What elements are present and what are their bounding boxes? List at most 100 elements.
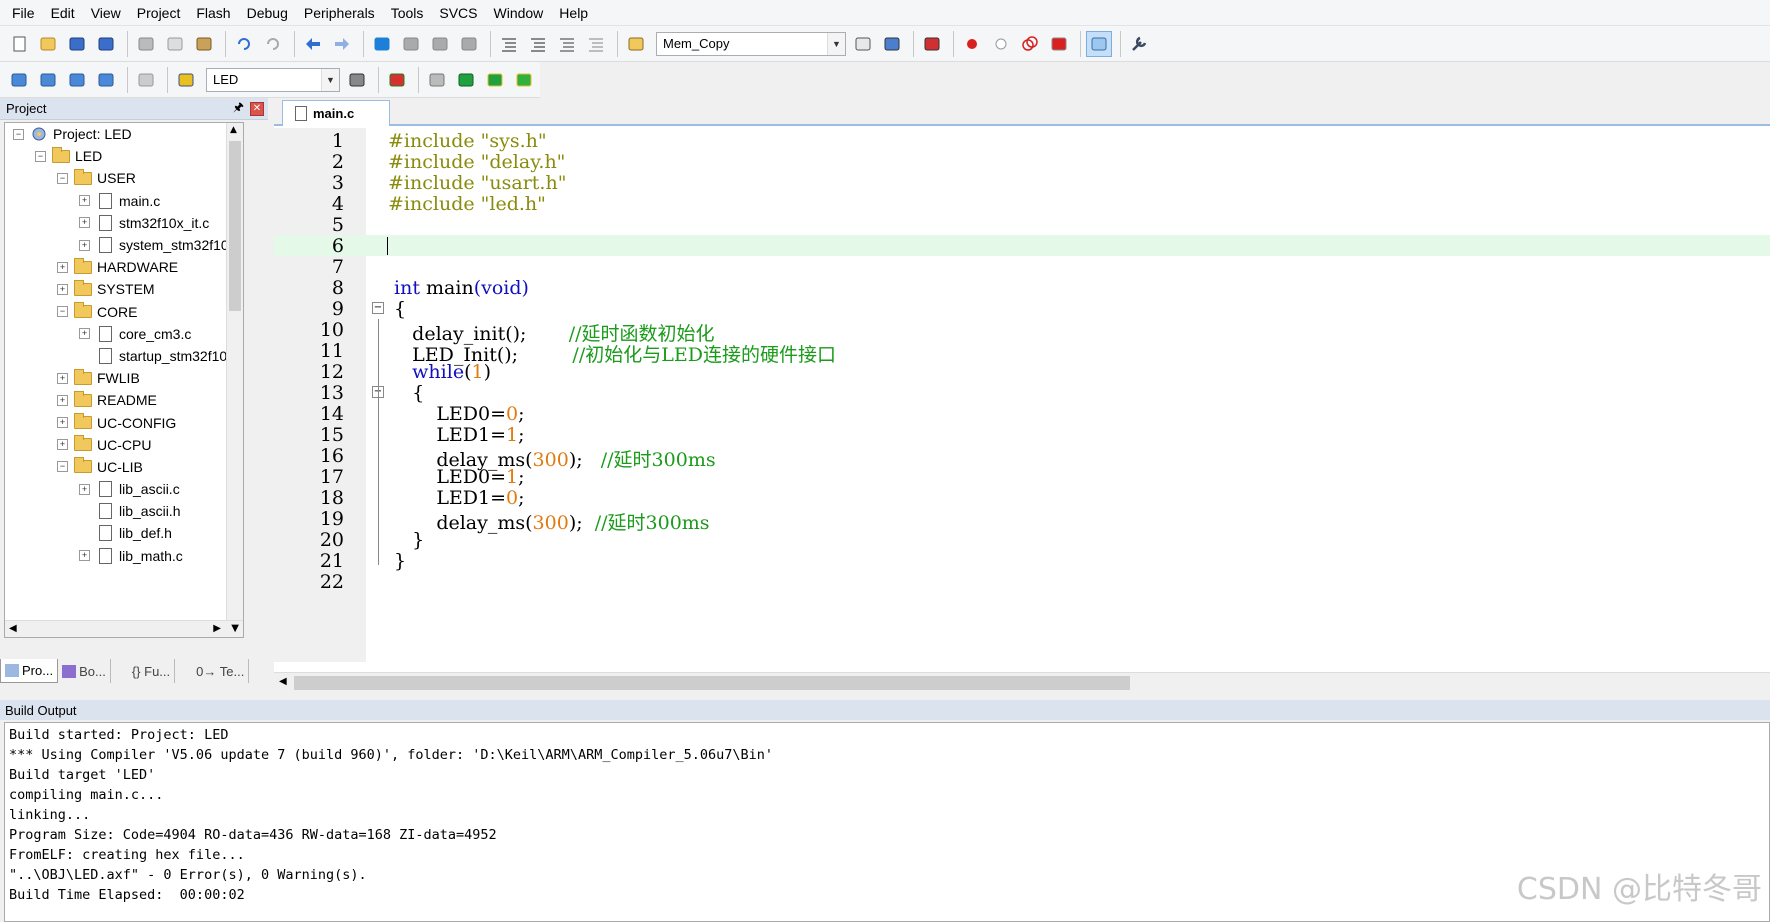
tree-node-folder[interactable]: + SYSTEM — [5, 278, 243, 300]
expand-icon[interactable]: + — [57, 417, 68, 429]
expand-icon[interactable]: + — [57, 372, 68, 384]
scrollbar-thumb[interactable] — [229, 141, 241, 311]
indent-icon[interactable] — [496, 31, 522, 57]
chevron-down-icon[interactable]: ▼ — [321, 68, 339, 91]
debug-session-icon[interactable] — [919, 31, 945, 57]
project-pane-tab[interactable]: Pro... — [0, 659, 59, 683]
save-all-icon[interactable] — [93, 31, 119, 57]
tree-node-folder[interactable]: + FWLIB — [5, 367, 243, 389]
collapse-icon[interactable]: − — [57, 306, 68, 318]
expand-icon[interactable]: + — [79, 328, 90, 340]
unindent-icon[interactable] — [525, 31, 551, 57]
clear-bookmarks-icon[interactable] — [456, 31, 482, 57]
disable-breakpoint-icon[interactable] — [988, 31, 1014, 57]
download-icon[interactable] — [173, 67, 199, 93]
menu-flash[interactable]: Flash — [188, 5, 238, 21]
project-pane-tab[interactable]: Bo... — [58, 659, 111, 683]
tree-node-folder[interactable]: − USER — [5, 167, 243, 189]
disable-all-breakpoints-icon[interactable] — [1017, 31, 1043, 57]
cut-icon[interactable] — [133, 31, 159, 57]
tree-node-file[interactable]: lib_ascii.h — [5, 500, 243, 522]
tree-node-file[interactable]: + core_cm3.c — [5, 323, 243, 345]
batch-build-icon[interactable] — [93, 67, 119, 93]
tree-vertical-scrollbar[interactable]: ▲ — [226, 123, 243, 621]
expand-icon[interactable]: + — [79, 550, 90, 562]
configure-icon[interactable] — [1126, 31, 1152, 57]
nav-back-icon[interactable] — [300, 31, 326, 57]
next-bookmark-icon[interactable] — [427, 31, 453, 57]
manage-components-icon[interactable] — [384, 67, 410, 93]
expand-icon[interactable]: + — [79, 239, 90, 251]
close-icon[interactable]: ✕ — [250, 101, 264, 116]
project-pane-tab[interactable]: {} Fu... — [111, 659, 176, 683]
tree-horizontal-scrollbar[interactable]: ◀ ▶ ▼ — [5, 620, 243, 637]
select-packs-icon[interactable] — [453, 67, 479, 93]
build-output-log[interactable]: Build started: Project: LED *** Using Com… — [4, 722, 1770, 922]
menu-peripherals[interactable]: Peripherals — [296, 5, 383, 21]
copy-icon[interactable] — [162, 31, 188, 57]
tree-node-folder[interactable]: + UC-CPU — [5, 434, 243, 456]
incremental-find-icon[interactable] — [850, 31, 876, 57]
code-area[interactable]: 1 #include "sys.h" 2 #include "delay.h" 3 #in… — [274, 128, 1770, 662]
paste-icon[interactable] — [191, 31, 217, 57]
scrollbar-thumb[interactable] — [294, 676, 1130, 690]
tree-node-folder[interactable]: + UC-CONFIG — [5, 411, 243, 433]
scroll-left-icon[interactable]: ◀ — [279, 676, 287, 687]
tree-node-file[interactable]: startup_stm32f10 — [5, 345, 243, 367]
project-pane-tab[interactable]: 0→ Te... — [175, 659, 250, 683]
target-options-icon[interactable] — [344, 67, 370, 93]
event-recorder-icon[interactable] — [482, 67, 508, 93]
find-combo-value[interactable]: Mem_Copy — [657, 36, 827, 51]
tree-node-folder[interactable]: + HARDWARE — [5, 256, 243, 278]
green-diamond-icon[interactable] — [511, 67, 537, 93]
tree-node-folder[interactable]: − UC-LIB — [5, 456, 243, 478]
collapse-icon[interactable]: − — [57, 172, 68, 184]
prev-bookmark-icon[interactable] — [398, 31, 424, 57]
browse-icon[interactable] — [879, 31, 905, 57]
open-icon[interactable] — [35, 31, 61, 57]
tree-node-file[interactable]: lib_def.h — [5, 522, 243, 544]
find-in-files-icon[interactable] — [623, 31, 649, 57]
kill-breakpoints-icon[interactable] — [1046, 31, 1072, 57]
nav-forward-icon[interactable] — [329, 31, 355, 57]
rebuild-icon[interactable] — [64, 67, 90, 93]
new-file-icon[interactable] — [6, 31, 32, 57]
expand-icon[interactable]: + — [79, 195, 90, 207]
tree-node-project[interactable]: − Project: LED — [5, 123, 243, 145]
expand-icon[interactable]: + — [57, 439, 68, 451]
expand-icon[interactable]: + — [79, 483, 90, 495]
menu-svcs[interactable]: SVCS — [431, 5, 485, 21]
menu-view[interactable]: View — [83, 5, 129, 21]
stop-build-icon[interactable] — [133, 67, 159, 93]
redo-icon[interactable] — [260, 31, 286, 57]
collapse-icon[interactable]: − — [13, 128, 24, 140]
collapse-icon[interactable]: − — [372, 302, 384, 314]
menu-window[interactable]: Window — [486, 5, 552, 21]
tree-node-file[interactable]: + main.c — [5, 190, 243, 212]
menu-project[interactable]: Project — [129, 5, 189, 21]
target-combo[interactable]: LED ▼ — [206, 67, 340, 92]
tree-node-folder[interactable]: + README — [5, 389, 243, 411]
editor-tab-main-c[interactable]: main.c — [282, 100, 390, 126]
menu-file[interactable]: File — [4, 5, 43, 21]
comment-icon[interactable] — [554, 31, 580, 57]
build-icon[interactable] — [35, 67, 61, 93]
tree-node-file[interactable]: + system_stm32f10 — [5, 234, 243, 256]
translate-icon[interactable] — [6, 67, 32, 93]
scroll-right-icon[interactable]: ▶ — [213, 623, 221, 634]
uncomment-icon[interactable] — [583, 31, 609, 57]
bookmark-icon[interactable] — [369, 31, 395, 57]
tree-node-folder[interactable]: − CORE — [5, 301, 243, 323]
chevron-down-icon[interactable]: ▼ — [827, 32, 845, 55]
pin-icon[interactable]: 🖈 — [233, 98, 244, 119]
scroll-left-icon[interactable]: ◀ — [9, 623, 17, 634]
expand-icon[interactable]: + — [79, 217, 90, 229]
expand-icon[interactable]: + — [57, 394, 68, 406]
scroll-down-icon[interactable]: ▼ — [231, 623, 239, 634]
scroll-up-icon[interactable]: ▲ — [230, 125, 237, 135]
tree-node-target[interactable]: − LED — [5, 145, 243, 167]
tree-node-file[interactable]: + lib_math.c — [5, 545, 243, 567]
target-combo-value[interactable]: LED — [207, 72, 321, 87]
tree-node-file[interactable]: + stm32f10x_it.c — [5, 212, 243, 234]
save-icon[interactable] — [64, 31, 90, 57]
